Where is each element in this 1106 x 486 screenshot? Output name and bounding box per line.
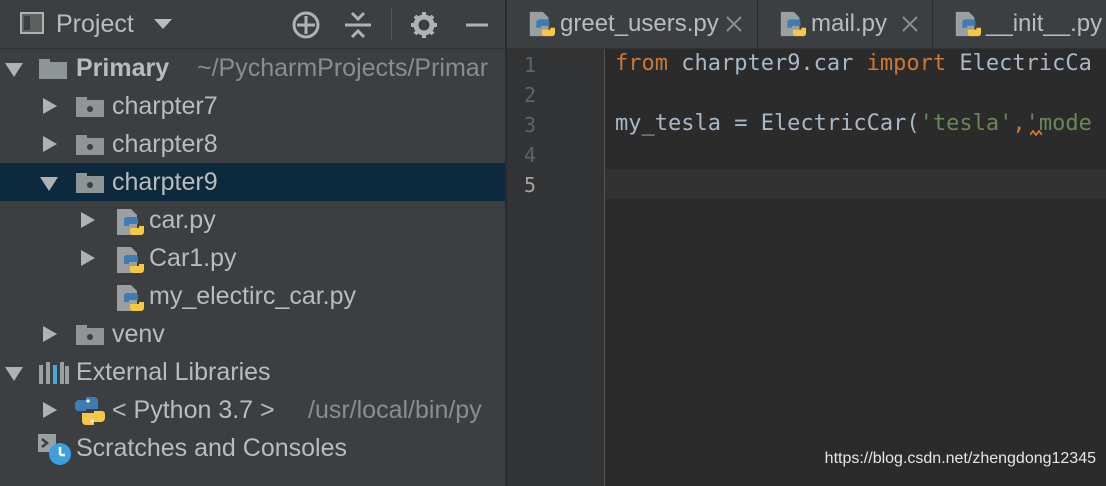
chevron-right-icon[interactable] (40, 402, 58, 420)
chevron-right-icon[interactable] (78, 212, 96, 230)
tree-item-label: charpter7 (112, 92, 218, 120)
project-tree: Primary ~/PycharmProjects/Primar charpte… (0, 49, 505, 467)
keyword: from (615, 51, 668, 76)
imported-name: ElectricCa (946, 51, 1092, 76)
python-file-icon (529, 11, 555, 37)
folder-icon (76, 325, 104, 345)
tab-label: greet_users.py (560, 10, 719, 37)
tab-label: __init__.py (986, 10, 1103, 37)
editor-gutter[interactable]: 1 2 3 4 5 (507, 49, 605, 486)
keyword: import (866, 51, 947, 76)
code-line-1[interactable]: from charpter9.car import ElectricCa (615, 51, 1092, 81)
line-number: 4 (523, 143, 536, 167)
python-logo-icon (75, 397, 105, 425)
tree-item-primary[interactable]: Primary ~/PycharmProjects/Primar (0, 49, 505, 87)
project-panel: Project Primary ~/PycharmProjects/Primar… (0, 0, 505, 486)
python-file-icon (780, 11, 806, 37)
assignment: my_tesla = ElectricCar( (615, 111, 920, 136)
chevron-down-icon[interactable] (5, 60, 23, 78)
crosshair-icon[interactable] (291, 10, 321, 40)
tree-item-label: External Libraries (76, 358, 271, 386)
string-literal: 'tesla' (919, 111, 1013, 136)
python-file-icon (955, 11, 981, 37)
tree-item-scratches-and-consoles[interactable]: Scratches and Consoles (0, 429, 505, 467)
project-panel-header: Project (0, 0, 505, 49)
tree-item-car-py[interactable]: car.py (0, 201, 505, 239)
chevron-right-icon[interactable] (78, 250, 96, 268)
tree-item-label: Car1.py (149, 244, 237, 272)
watermark: https://blog.csdn.net/zhengdong12345 (824, 450, 1096, 467)
tree-item-charpter7[interactable]: charpter7 (0, 87, 505, 125)
tree-item-label: venv (112, 320, 165, 348)
line-number: 1 (523, 53, 536, 77)
scratches-icon (38, 434, 71, 465)
tree-item-charpter8[interactable]: charpter8 (0, 125, 505, 163)
chevron-down-icon[interactable] (154, 19, 172, 29)
close-icon[interactable] (724, 14, 744, 34)
tree-item-label: car.py (149, 206, 216, 234)
warning-squiggle-icon (1030, 129, 1042, 137)
tree-item-my-electirc-car-py[interactable]: my_electirc_car.py (0, 277, 505, 315)
current-line-highlight (605, 169, 1106, 199)
line-number: 3 (523, 113, 536, 137)
tree-item-label: Scratches and Consoles (76, 434, 347, 462)
chevron-down-icon[interactable] (40, 174, 58, 192)
minimize-icon[interactable] (462, 10, 492, 40)
close-icon[interactable] (900, 14, 920, 34)
tree-item-path: /usr/local/bin/py (308, 396, 482, 424)
editor-tab-bar: greet_users.py mail.py __init__.py (507, 0, 1106, 49)
python-file-icon (117, 247, 144, 273)
chevron-right-icon[interactable] (40, 326, 58, 344)
tree-item-label: charpter8 (112, 130, 218, 158)
tree-item-car1-py[interactable]: Car1.py (0, 239, 505, 277)
chevron-down-icon[interactable] (5, 364, 23, 382)
tree-item-python-sdk[interactable]: < Python 3.7 > /usr/local/bin/py (0, 391, 505, 429)
package-folder-icon (76, 97, 104, 117)
folder-icon (39, 59, 67, 79)
package-folder-icon (76, 173, 104, 193)
line-number: 2 (523, 83, 536, 107)
tree-item-charpter9[interactable]: charpter9 (0, 163, 505, 201)
project-panel-title[interactable]: Project (56, 10, 134, 39)
library-icon (39, 362, 69, 384)
code-editor[interactable]: from charpter9.car import ElectricCa my_… (605, 49, 1106, 486)
header-separator (391, 8, 392, 40)
tree-item-label: Primary (76, 54, 170, 82)
comma: , (1012, 111, 1026, 136)
tab-mail-py[interactable]: mail.py (758, 0, 933, 48)
tree-item-label: my_electirc_car.py (149, 282, 357, 310)
tree-item-label: < Python 3.7 > (112, 396, 275, 424)
code-line-3[interactable]: my_tesla = ElectricCar('tesla','mode (615, 111, 1092, 141)
project-view-icon[interactable] (20, 12, 44, 34)
chevron-right-icon[interactable] (40, 98, 58, 116)
line-number: 5 (523, 173, 536, 197)
python-file-icon (117, 209, 144, 235)
module-name: charpter9.car (667, 51, 867, 76)
tree-item-label: charpter9 (112, 168, 218, 196)
tab-init-py[interactable]: __init__.py (933, 0, 1106, 48)
tree-item-venv[interactable]: venv (0, 315, 505, 353)
chevron-right-icon[interactable] (40, 136, 58, 154)
gear-icon[interactable] (409, 10, 439, 40)
tab-greet-users-py[interactable]: greet_users.py (507, 0, 758, 48)
tree-item-path: ~/PycharmProjects/Primar (197, 54, 489, 82)
collapse-all-icon[interactable] (343, 10, 373, 40)
python-file-icon (117, 285, 144, 311)
package-folder-icon (76, 135, 104, 155)
tab-label: mail.py (811, 10, 888, 37)
tree-item-external-libraries[interactable]: External Libraries (0, 353, 505, 391)
